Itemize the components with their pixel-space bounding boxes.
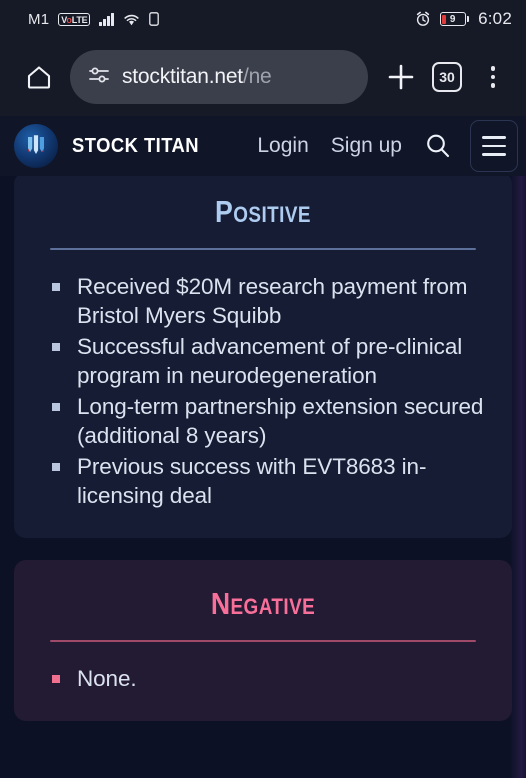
battery-percent-label: 9	[449, 13, 456, 25]
list-item: Long-term partnership extension secured …	[48, 392, 488, 450]
list-item: Previous success with EVT8683 in-licensi…	[48, 452, 488, 510]
positive-bullet-list: Received $20M research payment from Bris…	[38, 272, 488, 510]
negative-bullet-list: None.	[38, 664, 488, 693]
negative-card: Negative None.	[14, 560, 512, 721]
signal-bars-icon	[99, 12, 114, 26]
new-tab-button[interactable]	[380, 56, 422, 98]
status-bar-left: M1 VoLTE	[28, 11, 159, 28]
site-settings-icon[interactable]	[88, 65, 110, 90]
negative-divider	[50, 640, 476, 642]
status-bar: M1 VoLTE 9 6:02	[0, 0, 526, 38]
alarm-icon	[415, 11, 431, 27]
kebab-menu-icon	[490, 66, 496, 88]
status-bar-right: 9 6:02	[415, 9, 512, 29]
battery-icon: 9	[439, 12, 470, 26]
stock-titan-logo-icon[interactable]	[14, 124, 58, 168]
volte-badge: VoLTE	[58, 12, 91, 26]
url-domain: stocktitan.net	[122, 65, 243, 88]
positive-card: Positive Received $20M research payment …	[14, 176, 512, 538]
brand-name[interactable]: STOCK TITAN	[72, 135, 199, 158]
site-menu-button[interactable]	[470, 120, 518, 172]
browser-toolbar: stocktitan.net/ne 30	[0, 38, 526, 116]
list-item: Received $20M research payment from Bris…	[48, 272, 488, 330]
home-button[interactable]	[18, 56, 60, 98]
sim-card-icon	[149, 12, 159, 26]
phone-screen: M1 VoLTE 9 6:02 stocktitan.net/ne 30 STO…	[0, 0, 526, 778]
search-button[interactable]	[416, 124, 460, 168]
positive-card-title: Positive	[215, 194, 311, 229]
address-bar[interactable]: stocktitan.net/ne	[70, 50, 368, 104]
tab-switcher-button[interactable]: 30	[426, 56, 468, 98]
wifi-icon	[123, 13, 140, 26]
url-path: /ne	[242, 65, 272, 88]
site-header: STOCK TITAN Login Sign up	[0, 116, 526, 176]
positive-divider	[50, 248, 476, 250]
browser-menu-button[interactable]	[472, 56, 514, 98]
negative-card-title: Negative	[210, 586, 316, 621]
carrier-label: M1	[28, 10, 50, 28]
list-item: Successful advancement of pre-clinical p…	[48, 332, 488, 390]
address-bar-url[interactable]: stocktitan.net/ne	[122, 65, 272, 89]
login-link[interactable]: Login	[249, 134, 316, 158]
tab-count-label: 30	[432, 62, 462, 92]
page-content: Positive Received $20M research payment …	[0, 176, 526, 778]
clock-label: 6:02	[478, 9, 512, 28]
signup-link[interactable]: Sign up	[323, 134, 410, 158]
list-item: None.	[48, 664, 488, 693]
